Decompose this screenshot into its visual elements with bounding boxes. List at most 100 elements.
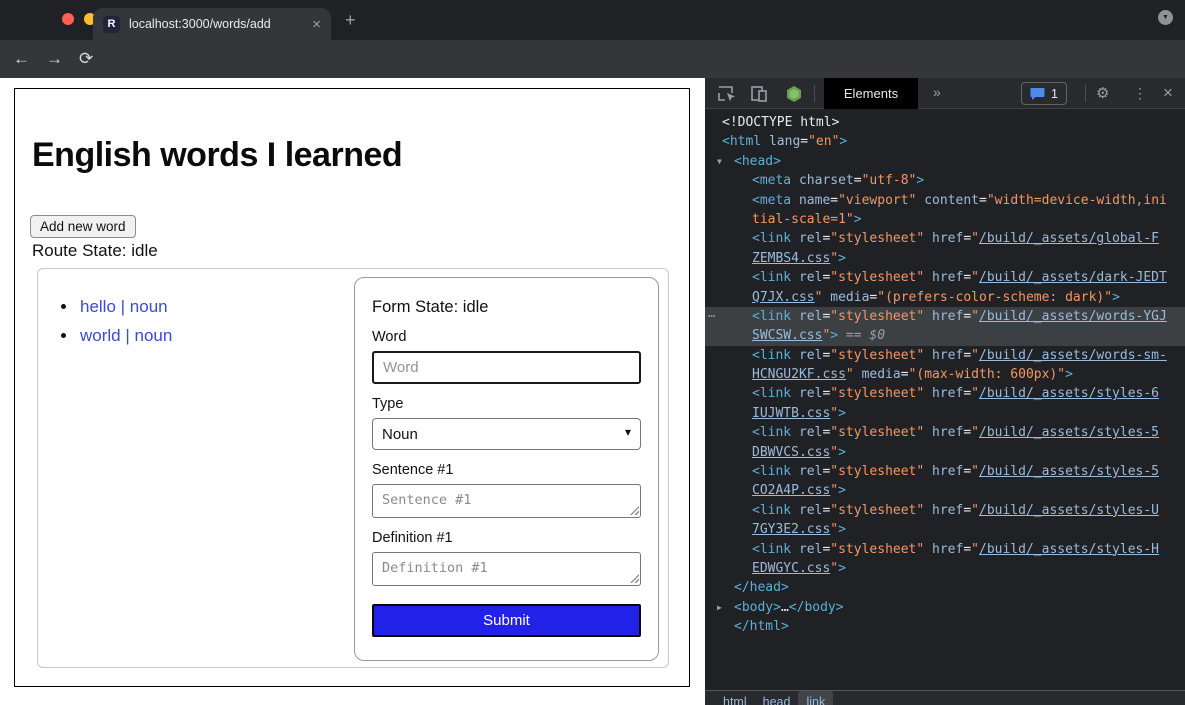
code-line[interactable]: <link rel="stylesheet" href="/build/_ass… bbox=[705, 268, 1185, 287]
stylesheet-link[interactable]: /build/_assets/styles-5 bbox=[979, 464, 1159, 479]
tab-close-icon[interactable]: × bbox=[312, 16, 321, 33]
word-input[interactable] bbox=[372, 351, 641, 384]
code-token: > bbox=[1112, 290, 1120, 305]
code-line[interactable]: ZEMBS4.css"> bbox=[705, 249, 1185, 268]
stylesheet-link[interactable]: SWCSW.css bbox=[752, 328, 822, 343]
code-token: == bbox=[838, 328, 869, 343]
code-line[interactable]: tial-scale=1"> bbox=[705, 210, 1185, 229]
breadcrumb-item-link[interactable]: link bbox=[798, 691, 833, 705]
forward-icon[interactable]: → bbox=[46, 49, 63, 69]
code-token: </html> bbox=[734, 619, 789, 634]
word-link[interactable]: world | noun bbox=[80, 326, 172, 345]
stylesheet-link[interactable]: Q7JX.css bbox=[752, 290, 815, 305]
more-tabs-icon[interactable]: » bbox=[933, 84, 941, 100]
code-token: <link bbox=[752, 270, 791, 285]
code-line[interactable]: <html lang="en"> bbox=[705, 132, 1185, 151]
code-line[interactable]: DBWVCS.css"> bbox=[705, 443, 1185, 462]
stylesheet-link[interactable]: /build/_assets/styles-U bbox=[979, 503, 1159, 518]
tab-title: localhost:3000/words/add bbox=[129, 17, 304, 31]
code-line[interactable]: 7GY3E2.css"> bbox=[705, 520, 1185, 539]
stylesheet-link[interactable]: DBWVCS.css bbox=[752, 445, 830, 460]
code-token: media bbox=[854, 367, 901, 382]
devtools-panel: Elements » 1 ⚙ ⋮ × <!DOCTYPE html><html … bbox=[705, 78, 1185, 705]
browser-tab[interactable]: R localhost:3000/words/add × bbox=[93, 8, 331, 40]
stylesheet-link[interactable]: CO2A4P.css bbox=[752, 483, 830, 498]
code-line[interactable]: <link rel="stylesheet" href="/build/_ass… bbox=[705, 423, 1185, 442]
code-token: rel bbox=[791, 542, 822, 557]
type-select[interactable]: Noun bbox=[372, 418, 641, 450]
inspect-element-icon[interactable] bbox=[717, 85, 737, 103]
devtools-menu-icon[interactable]: ⋮ bbox=[1133, 85, 1147, 102]
code-line[interactable]: </html> bbox=[705, 617, 1185, 636]
stylesheet-link[interactable]: /build/_assets/styles-H bbox=[979, 542, 1159, 557]
stylesheet-link[interactable]: /build/_assets/global-F bbox=[979, 231, 1159, 246]
code-line[interactable]: <link rel="stylesheet" href="/build/_ass… bbox=[705, 384, 1185, 403]
code-line[interactable]: SWCSW.css"> == $0 bbox=[705, 326, 1185, 345]
tab-elements[interactable]: Elements bbox=[824, 78, 918, 109]
devtools-toolbar: Elements » 1 ⚙ ⋮ × bbox=[705, 78, 1185, 109]
console-message-count: 1 bbox=[1051, 87, 1058, 101]
code-token: " bbox=[830, 445, 838, 460]
definition-textarea-wrap bbox=[372, 552, 641, 586]
code-line[interactable]: CO2A4P.css"> bbox=[705, 481, 1185, 500]
close-window-button[interactable] bbox=[62, 13, 74, 25]
code-token: = bbox=[963, 503, 971, 518]
sentence-textarea[interactable] bbox=[372, 484, 641, 518]
stylesheet-link[interactable]: HCNGU2KF.css bbox=[752, 367, 846, 382]
expand-arrow-icon[interactable]: ▼ bbox=[717, 152, 722, 171]
code-line[interactable]: <link rel="stylesheet" href="/build/_ass… bbox=[705, 229, 1185, 248]
code-token: " bbox=[971, 542, 979, 557]
code-line[interactable]: </head> bbox=[705, 578, 1185, 597]
stylesheet-link[interactable]: 7GY3E2.css bbox=[752, 522, 830, 537]
code-line[interactable]: ▼<head> bbox=[705, 152, 1185, 171]
code-token: > bbox=[1065, 367, 1073, 382]
tab-search-icon[interactable]: ▼ bbox=[1158, 10, 1173, 25]
code-line[interactable]: <link rel="stylesheet" href="/build/_ass… bbox=[705, 501, 1185, 520]
stylesheet-link[interactable]: /build/_assets/words-YGJ bbox=[979, 309, 1167, 324]
code-line[interactable]: <meta name="viewport" content="width=dev… bbox=[705, 191, 1185, 210]
code-token: > bbox=[838, 445, 846, 460]
code-line[interactable]: <link rel="stylesheet" href="/build/_ass… bbox=[705, 462, 1185, 481]
device-toolbar-icon[interactable] bbox=[750, 85, 768, 103]
code-token: "stylesheet" bbox=[830, 231, 924, 246]
stylesheet-link[interactable]: /build/_assets/words-sm- bbox=[979, 348, 1167, 363]
code-token: $0 bbox=[869, 328, 885, 343]
code-line[interactable]: IUJWTB.css"> bbox=[705, 404, 1185, 423]
stylesheet-link[interactable]: EDWGYC.css bbox=[752, 561, 830, 576]
devtools-settings-icon[interactable]: ⚙ bbox=[1096, 84, 1109, 102]
stylesheet-link[interactable]: IUJWTB.css bbox=[752, 406, 830, 421]
back-icon[interactable]: ← bbox=[13, 49, 30, 69]
code-token: = bbox=[854, 173, 862, 188]
stylesheet-link[interactable]: ZEMBS4.css bbox=[752, 251, 830, 266]
code-line[interactable]: <!DOCTYPE html> bbox=[705, 113, 1185, 132]
reload-icon[interactable]: ⟳ bbox=[79, 49, 93, 69]
definition-textarea[interactable] bbox=[372, 552, 641, 586]
code-line[interactable]: Q7JX.css" media="(prefers-color-scheme: … bbox=[705, 288, 1185, 307]
breadcrumb-item-head[interactable]: head bbox=[755, 691, 799, 705]
code-token: = bbox=[963, 309, 971, 324]
stylesheet-link[interactable]: /build/_assets/styles-5 bbox=[979, 425, 1159, 440]
code-line[interactable]: ⋯<link rel="stylesheet" href="/build/_as… bbox=[705, 307, 1185, 326]
console-messages-button[interactable]: 1 bbox=[1021, 82, 1067, 105]
form-state-text: Form State: idle bbox=[372, 298, 641, 317]
submit-button[interactable]: Submit bbox=[372, 604, 641, 637]
code-line[interactable]: <meta charset="utf-8"> bbox=[705, 171, 1185, 190]
code-line[interactable]: <link rel="stylesheet" href="/build/_ass… bbox=[705, 540, 1185, 559]
code-line[interactable]: ▶<body>…</body> bbox=[705, 598, 1185, 617]
word-link[interactable]: hello | noun bbox=[80, 297, 168, 316]
stylesheet-link[interactable]: /build/_assets/dark-JEDT bbox=[979, 270, 1167, 285]
devtools-close-icon[interactable]: × bbox=[1163, 83, 1173, 103]
new-tab-button[interactable]: + bbox=[345, 11, 356, 29]
code-token: "stylesheet" bbox=[830, 348, 924, 363]
breadcrumb-item-html[interactable]: html bbox=[715, 691, 755, 705]
collapse-arrow-icon[interactable]: ▶ bbox=[717, 598, 722, 617]
code-line[interactable]: EDWGYC.css"> bbox=[705, 559, 1185, 578]
code-token: = bbox=[963, 386, 971, 401]
stylesheet-link[interactable]: /build/_assets/styles-6 bbox=[979, 386, 1159, 401]
code-line[interactable]: HCNGU2KF.css" media="(max-width: 600px)"… bbox=[705, 365, 1185, 384]
code-token: <link bbox=[752, 503, 791, 518]
code-line[interactable]: <link rel="stylesheet" href="/build/_ass… bbox=[705, 346, 1185, 365]
code-token: <link bbox=[752, 542, 791, 557]
add-new-word-button[interactable]: Add new word bbox=[30, 215, 136, 238]
node-js-icon[interactable] bbox=[785, 85, 803, 103]
